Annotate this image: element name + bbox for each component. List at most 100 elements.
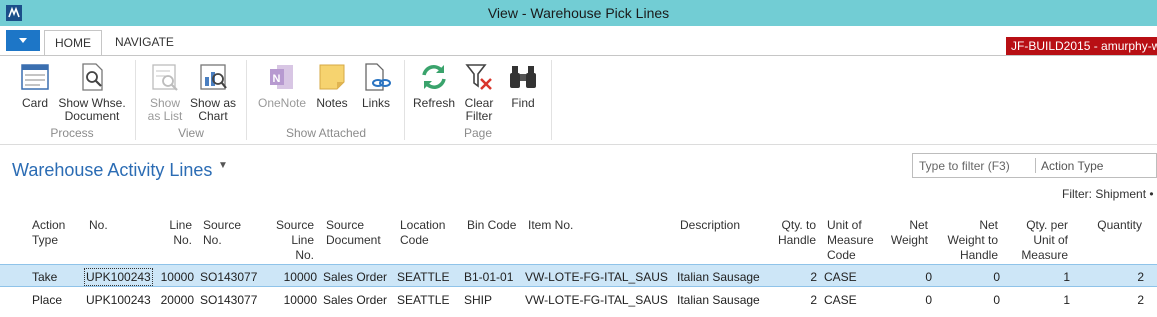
- col-header-no[interactable]: No.: [89, 218, 108, 233]
- card-icon: [18, 60, 52, 94]
- col-header-net-weight[interactable]: Net Weight: [880, 218, 928, 248]
- cell-quantity[interactable]: 2: [1080, 270, 1144, 284]
- show-chart-label-2: Chart: [198, 109, 228, 123]
- ribbon-separator: [551, 60, 552, 140]
- cell-source-no[interactable]: SO143077: [200, 270, 257, 284]
- show-list-label-2: as List: [147, 109, 183, 123]
- cell-location-code[interactable]: SEATTLE: [397, 293, 449, 307]
- clear-filter-label-2: Filter: [465, 109, 493, 123]
- ribbon-separator: [404, 60, 405, 140]
- onenote-icon: N: [265, 60, 299, 94]
- find-label: Find: [511, 96, 535, 110]
- document-search-icon: [75, 60, 109, 94]
- cell-quantity[interactable]: 2: [1080, 293, 1144, 307]
- show-as-list-button[interactable]: Show as List: [145, 60, 185, 123]
- filter-divider: [1035, 158, 1036, 173]
- col-header-bin-code[interactable]: Bin Code: [467, 218, 516, 233]
- cell-location-code[interactable]: SEATTLE: [397, 270, 449, 284]
- cell-net-weight-to-handle[interactable]: 0: [940, 293, 1000, 307]
- cell-qty-per-uom[interactable]: 1: [1010, 270, 1070, 284]
- ribbon: Card Show Whse. Document Process Show as…: [0, 55, 1157, 145]
- links-button[interactable]: Links: [359, 60, 393, 110]
- cell-qty-per-uom[interactable]: 1: [1010, 293, 1070, 307]
- show-whse-label-2: Document: [64, 109, 120, 123]
- group-view-label: View: [178, 126, 204, 140]
- card-button[interactable]: Card: [17, 60, 53, 110]
- col-header-description[interactable]: Description: [680, 218, 740, 233]
- cell-source-document[interactable]: Sales Order: [323, 270, 387, 284]
- col-header-action-type[interactable]: Action Type: [32, 218, 65, 248]
- col-header-location-code[interactable]: Location Code: [400, 218, 445, 248]
- group-process-label: Process: [50, 126, 94, 140]
- tab-home[interactable]: HOME: [44, 30, 102, 56]
- group-show-attached-label: Show Attached: [285, 126, 367, 140]
- col-header-source-document[interactable]: Source Document: [326, 218, 381, 248]
- col-header-net-weight-to-handle[interactable]: Net Weight to Handle: [940, 218, 998, 263]
- cell-bin-code[interactable]: SHIP: [464, 293, 492, 307]
- cell-source-line-no[interactable]: 10000: [266, 270, 317, 284]
- page-title[interactable]: Warehouse Activity Lines: [12, 160, 212, 181]
- cell-qty-to-handle[interactable]: 2: [766, 270, 817, 284]
- filter-input[interactable]: [913, 154, 1047, 177]
- col-header-item-no[interactable]: Item No.: [528, 218, 573, 233]
- cell-description[interactable]: Italian Sausage: [677, 293, 760, 307]
- notes-button[interactable]: Notes: [313, 60, 351, 110]
- notes-label: Notes: [316, 96, 348, 110]
- table-row[interactable]: Take UPK100243 10000 SO143077 10000 Sale…: [0, 264, 1157, 287]
- clear-filter-button[interactable]: Clear Filter: [460, 60, 498, 123]
- title-bar: View - Warehouse Pick Lines: [0, 0, 1157, 26]
- notes-icon: [315, 60, 349, 94]
- window-title: View - Warehouse Pick Lines: [487, 5, 670, 21]
- cell-line-no[interactable]: 20000: [150, 293, 194, 307]
- chevron-down-icon[interactable]: ▼: [218, 160, 228, 171]
- tab-navigate[interactable]: NAVIGATE: [105, 30, 184, 56]
- cell-net-weight-to-handle[interactable]: 0: [940, 270, 1000, 284]
- server-badge: JF-BUILD2015 - amurphy-wi: [1006, 37, 1157, 55]
- cell-item-no[interactable]: VW-LOTE-FG-ITAL_SAUS: [525, 293, 668, 307]
- refresh-button[interactable]: Refresh: [413, 60, 455, 110]
- cell-action-type[interactable]: Place: [32, 293, 62, 307]
- cell-source-document[interactable]: Sales Order: [323, 293, 387, 307]
- cell-no[interactable]: UPK100243: [84, 268, 153, 286]
- list-search-icon: [148, 60, 182, 94]
- cell-source-line-no[interactable]: 10000: [266, 293, 317, 307]
- show-as-chart-button[interactable]: Show as Chart: [189, 60, 237, 123]
- cell-bin-code[interactable]: B1-01-01: [464, 270, 513, 284]
- filter-status: Filter: Shipment • U: [1062, 187, 1157, 201]
- cell-uom-code[interactable]: CASE: [824, 293, 857, 307]
- cell-line-no[interactable]: 10000: [150, 270, 194, 284]
- cell-source-no[interactable]: SO143077: [200, 293, 257, 307]
- show-whse-document-button[interactable]: Show Whse. Document: [57, 60, 127, 123]
- col-header-source-line-no[interactable]: Source Line No.: [266, 218, 314, 263]
- cell-net-weight[interactable]: 0: [880, 270, 932, 284]
- find-button[interactable]: Find: [506, 60, 540, 110]
- ribbon-separator: [246, 60, 247, 140]
- onenote-label: OneNote: [257, 96, 307, 110]
- cell-no[interactable]: UPK100243: [86, 293, 151, 307]
- col-header-uom-code[interactable]: Unit of Measure Code: [827, 218, 874, 263]
- cell-uom-code[interactable]: CASE: [824, 270, 857, 284]
- cell-action-type[interactable]: Take: [32, 270, 57, 284]
- binoculars-icon: [506, 60, 540, 94]
- col-header-line-no[interactable]: Line No.: [150, 218, 192, 248]
- card-label: Card: [21, 96, 48, 110]
- filter-box: Action Type: [912, 153, 1157, 178]
- chart-search-icon: [196, 60, 230, 94]
- filter-field-select[interactable]: Action Type: [1041, 159, 1103, 173]
- col-header-qty-per-uom[interactable]: Qty. per Unit of Measure: [1010, 218, 1068, 263]
- cell-description[interactable]: Italian Sausage: [677, 270, 760, 284]
- clear-filter-icon: [462, 60, 496, 94]
- col-header-quantity[interactable]: Quantity: [1080, 218, 1142, 233]
- refresh-label: Refresh: [413, 96, 456, 110]
- ribbon-separator: [135, 60, 136, 140]
- app-menu-button[interactable]: [6, 30, 40, 51]
- refresh-icon: [417, 60, 451, 94]
- col-header-source-no[interactable]: Source No.: [203, 218, 241, 248]
- cell-item-no[interactable]: VW-LOTE-FG-ITAL_SAUS: [525, 270, 668, 284]
- onenote-button[interactable]: N OneNote: [255, 60, 309, 110]
- cell-qty-to-handle[interactable]: 2: [766, 293, 817, 307]
- group-page-label: Page: [463, 126, 493, 140]
- cell-net-weight[interactable]: 0: [880, 293, 932, 307]
- table-row[interactable]: Place UPK100243 20000 SO143077 10000 Sal…: [0, 288, 1157, 311]
- col-header-qty-to-handle[interactable]: Qty. to Handle: [766, 218, 816, 248]
